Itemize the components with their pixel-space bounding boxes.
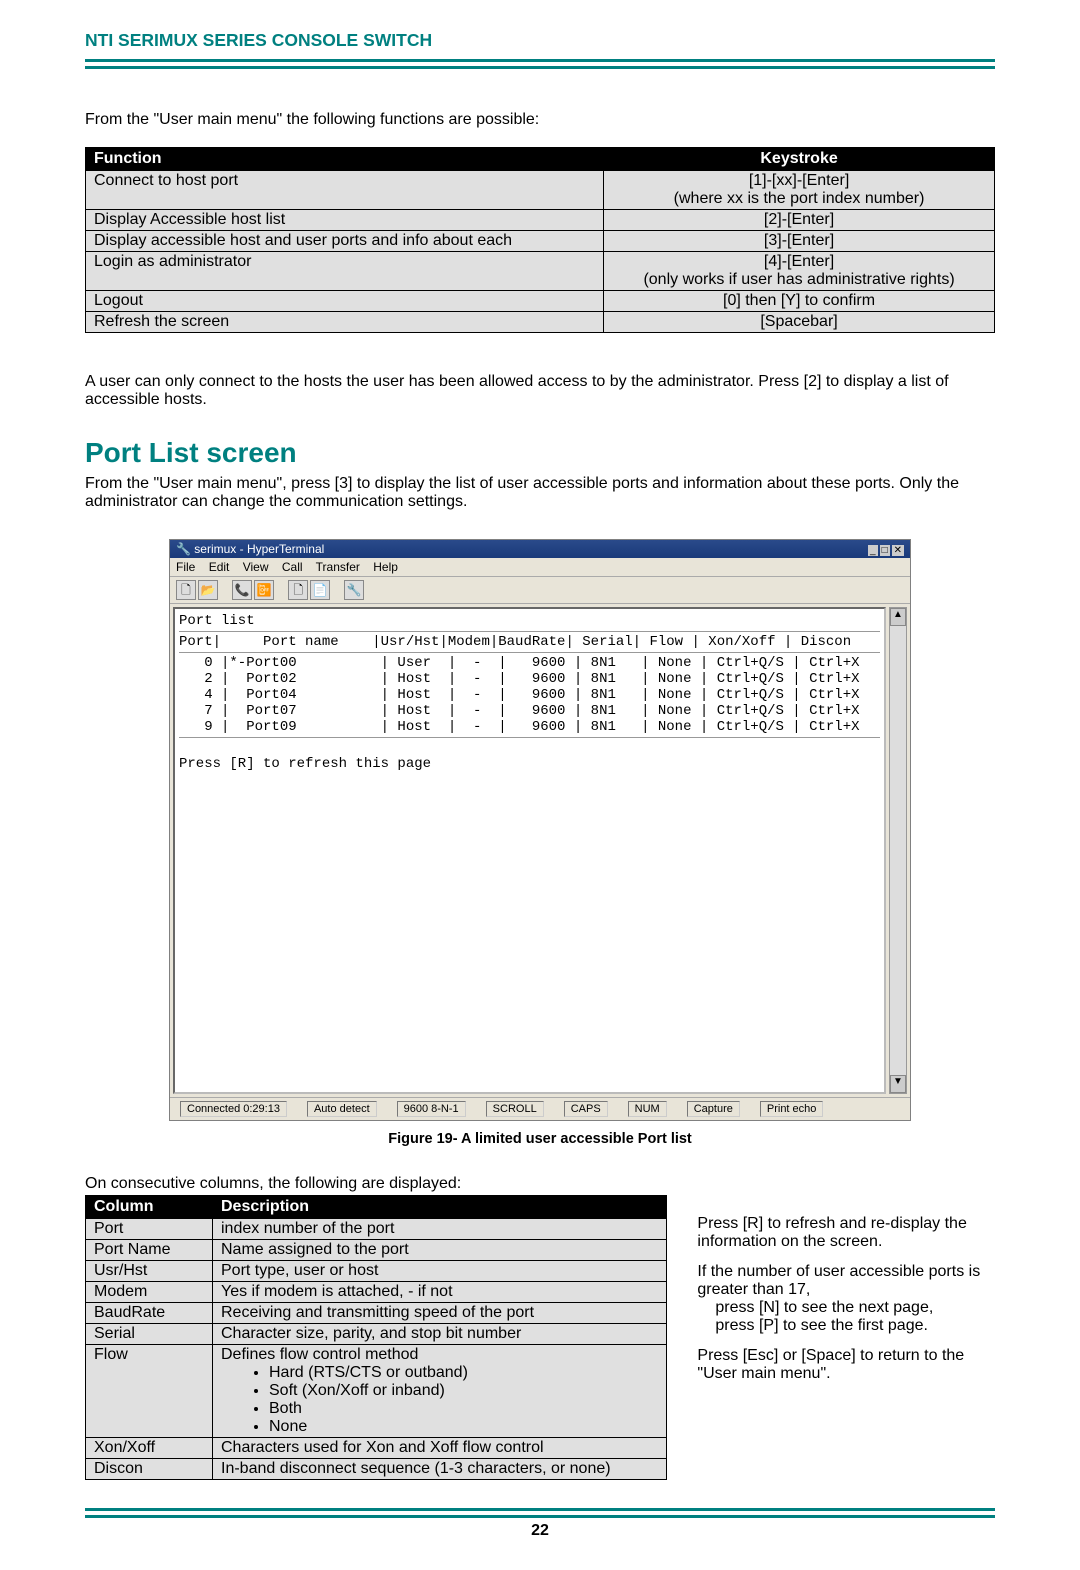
col-header-description: Description xyxy=(213,1196,667,1219)
col-header-column: Column xyxy=(86,1196,213,1219)
side-note-return: Press [Esc] or [Space] to return to the … xyxy=(697,1347,995,1383)
keystroke-cell: [Spacebar] xyxy=(604,312,995,333)
minimize-icon[interactable]: _ xyxy=(868,545,878,556)
toolbar-btn[interactable]: 🔧 xyxy=(344,580,364,600)
status-caps: CAPS xyxy=(564,1101,608,1117)
status-scroll: SCROLL xyxy=(486,1101,544,1117)
status-connected: Connected 0:29:13 xyxy=(180,1101,287,1117)
func-cell: Refresh the screen xyxy=(86,312,604,333)
bottom-divider xyxy=(85,1508,995,1518)
table-row: Login as administrator [4]-[Enter] (only… xyxy=(86,252,995,291)
status-bar: Connected 0:29:13 Auto detect 9600 8-N-1… xyxy=(170,1097,910,1120)
table-row: Portindex number of the port xyxy=(86,1219,667,1240)
keystroke-cell: [0] then [Y] to confirm xyxy=(604,291,995,312)
columns-intro: On consecutive columns, the following ar… xyxy=(85,1175,995,1193)
keystroke-cell: [1]-[xx]-[Enter] (where xx is the port i… xyxy=(604,171,995,210)
menu-bar[interactable]: File Edit View Call Transfer Help xyxy=(170,558,910,576)
window-controls[interactable]: _□✕ xyxy=(866,542,904,556)
keystroke-cell: [4]-[Enter] (only works if user has admi… xyxy=(604,252,995,291)
func-cell: Login as administrator xyxy=(86,252,604,291)
status-baud: 9600 8-N-1 xyxy=(397,1101,466,1117)
access-paragraph: A user can only connect to the hosts the… xyxy=(85,373,995,409)
scroll-up-icon[interactable]: ▲ xyxy=(890,608,906,626)
table-row: Display Accessible host list [2]-[Enter] xyxy=(86,210,995,231)
table-row: SerialCharacter size, parity, and stop b… xyxy=(86,1324,667,1345)
toolbar-btn[interactable]: 📞 xyxy=(232,580,252,600)
func-header-keystroke: Keystroke xyxy=(604,148,995,171)
columns-table: Column Description Portindex number of t… xyxy=(85,1195,667,1480)
list-item: Soft (Xon/Xoff or inband) xyxy=(269,1382,658,1400)
top-divider xyxy=(85,59,995,69)
toolbar-btn[interactable]: 📄 xyxy=(310,580,330,600)
table-row: Flow Defines flow control method Hard (R… xyxy=(86,1345,667,1438)
table-row: Port NameName assigned to the port xyxy=(86,1240,667,1261)
function-table: Function Keystroke Connect to host port … xyxy=(85,147,995,333)
side-note-refresh: Press [R] to refresh and re-display the … xyxy=(697,1215,995,1251)
flow-bullets: Hard (RTS/CTS or outband) Soft (Xon/Xoff… xyxy=(221,1364,658,1436)
intro-paragraph: From the "User main menu" the following … xyxy=(85,111,995,129)
toolbar-btn[interactable]: 📴 xyxy=(254,580,274,600)
close-icon[interactable]: ✕ xyxy=(892,545,904,556)
status-capture: Capture xyxy=(687,1101,740,1117)
terminal-content[interactable]: Port list Port| Port name |Usr/Hst|Modem… xyxy=(173,607,886,1094)
flow-desc: Defines flow control method xyxy=(221,1346,418,1363)
table-row: Xon/XoffCharacters used for Xon and Xoff… xyxy=(86,1438,667,1459)
toolbar-btn[interactable]: 📂 xyxy=(198,580,218,600)
scroll-down-icon[interactable]: ▼ xyxy=(890,1075,906,1093)
table-row: ModemYes if modem is attached, - if not xyxy=(86,1282,667,1303)
keystroke-cell: [2]-[Enter] xyxy=(604,210,995,231)
func-cell: Logout xyxy=(86,291,604,312)
table-row: BaudRateReceiving and transmitting speed… xyxy=(86,1303,667,1324)
page-number: 22 xyxy=(85,1522,995,1540)
table-row: Refresh the screen [Spacebar] xyxy=(86,312,995,333)
list-item: Hard (RTS/CTS or outband) xyxy=(269,1364,658,1382)
keystroke-cell: [3]-[Enter] xyxy=(604,231,995,252)
side-notes: Press [R] to refresh and re-display the … xyxy=(697,1195,995,1480)
list-item: None xyxy=(269,1418,658,1436)
menu-help[interactable]: Help xyxy=(373,560,398,574)
maximize-icon[interactable]: □ xyxy=(880,545,890,556)
status-num: NUM xyxy=(628,1101,667,1117)
func-cell: Display Accessible host list xyxy=(86,210,604,231)
toolbar-btn[interactable]: 🗋 xyxy=(176,580,196,600)
toolbar-btn[interactable]: 🗋 xyxy=(288,580,308,600)
func-cell: Display accessible host and user ports a… xyxy=(86,231,604,252)
func-cell: Connect to host port xyxy=(86,171,604,210)
menu-view[interactable]: View xyxy=(243,560,269,574)
figure-caption: Figure 19- A limited user accessible Por… xyxy=(85,1131,995,1147)
side-note-pages: If the number of user accessible ports i… xyxy=(697,1263,995,1335)
window-title-text: 🔧 serimux - HyperTerminal xyxy=(176,542,324,556)
menu-call[interactable]: Call xyxy=(282,560,303,574)
table-row: Connect to host port [1]-[xx]-[Enter] (w… xyxy=(86,171,995,210)
status-echo: Print echo xyxy=(760,1101,824,1117)
menu-transfer[interactable]: Transfer xyxy=(316,560,360,574)
status-detect: Auto detect xyxy=(307,1101,377,1117)
doc-header: NTI SERIMUX SERIES CONSOLE SWITCH xyxy=(85,30,995,51)
scrollbar[interactable]: ▲ ▼ xyxy=(889,607,907,1094)
menu-file[interactable]: File xyxy=(176,560,195,574)
table-row: Display accessible host and user ports a… xyxy=(86,231,995,252)
menu-edit[interactable]: Edit xyxy=(209,560,230,574)
section-paragraph: From the "User main menu", press [3] to … xyxy=(85,475,995,511)
hyperterminal-window: 🔧 serimux - HyperTerminal _□✕ File Edit … xyxy=(169,539,911,1121)
table-row: DisconIn-band disconnect sequence (1-3 c… xyxy=(86,1459,667,1480)
section-heading: Port List screen xyxy=(85,437,995,469)
list-item: Both xyxy=(269,1400,658,1418)
toolbar[interactable]: 🗋📂 📞📴 🗋📄 🔧 xyxy=(170,576,910,604)
table-row: Logout [0] then [Y] to confirm xyxy=(86,291,995,312)
table-row: Usr/HstPort type, user or host xyxy=(86,1261,667,1282)
window-titlebar: 🔧 serimux - HyperTerminal _□✕ xyxy=(170,540,910,558)
func-header-fn: Function xyxy=(86,148,604,171)
